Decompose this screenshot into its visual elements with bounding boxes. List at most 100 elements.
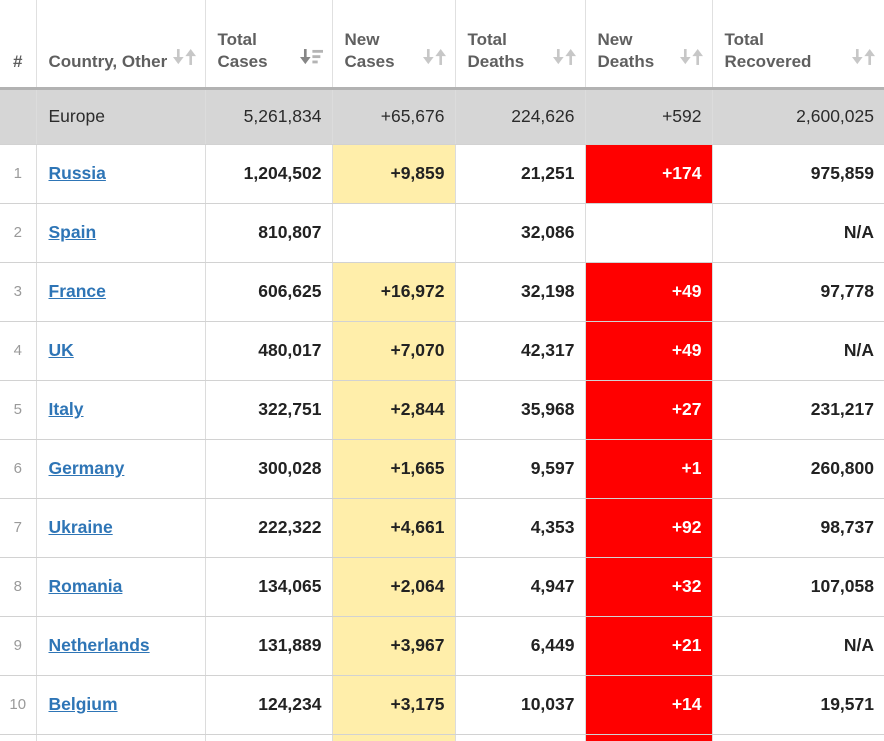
new-deaths-cell: +49 xyxy=(585,321,712,380)
country-link[interactable]: Romania xyxy=(49,576,123,596)
rank-cell: 6 xyxy=(0,439,36,498)
total-recovered-cell: N/A xyxy=(712,616,884,675)
total-cases-cell: 322,751 xyxy=(205,380,332,439)
country-cell: UK xyxy=(36,321,205,380)
column-header-total-deaths-label: Total Deaths xyxy=(468,29,549,73)
country-link[interactable]: UK xyxy=(49,340,74,360)
country-link[interactable]: Spain xyxy=(49,222,97,242)
table-row: 1 Russia 1,204,502 +9,859 21,251 +174 97… xyxy=(0,144,884,203)
new-deaths-cell xyxy=(585,734,712,741)
new-deaths-cell: +174 xyxy=(585,144,712,203)
total-deaths-cell: 224,626 xyxy=(455,88,585,144)
table-row: 9 Netherlands 131,889 +3,967 6,449 +21 N… xyxy=(0,616,884,675)
total-cases-cell: 1,204,502 xyxy=(205,144,332,203)
column-header-total-deaths[interactable]: Total Deaths xyxy=(455,0,585,88)
new-deaths-cell: +27 xyxy=(585,380,712,439)
rank-cell: 2 xyxy=(0,203,36,262)
total-deaths-cell: 42,317 xyxy=(455,321,585,380)
country-link[interactable]: Italy xyxy=(49,399,84,419)
new-cases-cell xyxy=(332,734,455,741)
new-cases-cell: +4,661 xyxy=(332,498,455,557)
rank-cell: 7 xyxy=(0,498,36,557)
country-cell: Russia xyxy=(36,144,205,203)
sort-both-icon[interactable] xyxy=(553,49,576,71)
total-recovered-cell: 97,778 xyxy=(712,262,884,321)
new-cases-cell: +2,064 xyxy=(332,557,455,616)
rank-cell: 10 xyxy=(0,675,36,734)
total-cases-cell: 606,625 xyxy=(205,262,332,321)
column-header-country[interactable]: Country, Other xyxy=(36,0,205,88)
total-recovered-cell: 975,859 xyxy=(712,144,884,203)
new-cases-cell: +9,859 xyxy=(332,144,455,203)
total-deaths-cell: 4,947 xyxy=(455,557,585,616)
table-row: 3 France 606,625 +16,972 32,198 +49 97,7… xyxy=(0,262,884,321)
rank-cell xyxy=(0,88,36,144)
total-recovered-cell: 231,217 xyxy=(712,380,884,439)
country-cell: Ukraine xyxy=(36,498,205,557)
total-cases-cell: 134,065 xyxy=(205,557,332,616)
column-header-new-deaths[interactable]: New Deaths xyxy=(585,0,712,88)
new-cases-cell: +16,972 xyxy=(332,262,455,321)
total-recovered-cell: 19,571 xyxy=(712,675,884,734)
sort-both-icon[interactable] xyxy=(852,49,875,71)
total-cases-cell: 131,889 xyxy=(205,616,332,675)
country-link[interactable]: France xyxy=(49,281,106,301)
total-recovered-cell: N/A xyxy=(712,203,884,262)
rank-cell: 4 xyxy=(0,321,36,380)
total-cases-cell: 5,261,834 xyxy=(205,88,332,144)
header-row: # Country, Other Total Cases xyxy=(0,0,884,88)
rank-cell: 8 xyxy=(0,557,36,616)
sort-both-icon[interactable] xyxy=(423,49,446,71)
new-deaths-cell: +14 xyxy=(585,675,712,734)
table-body: Europe 5,261,834 +65,676 224,626 +592 2,… xyxy=(0,88,884,741)
column-header-rank[interactable]: # xyxy=(0,0,36,88)
total-recovered-cell: N/A xyxy=(712,321,884,380)
total-cases-cell xyxy=(205,734,332,741)
new-cases-cell: +1,665 xyxy=(332,439,455,498)
country-link[interactable]: Germany xyxy=(49,458,125,478)
total-deaths-cell xyxy=(455,734,585,741)
country-cell xyxy=(36,734,205,741)
total-cases-cell: 124,234 xyxy=(205,675,332,734)
table-row: 5 Italy 322,751 +2,844 35,968 +27 231,21… xyxy=(0,380,884,439)
region-cell: Europe xyxy=(36,88,205,144)
column-header-total-cases[interactable]: Total Cases xyxy=(205,0,332,88)
table-row: 10 Belgium 124,234 +3,175 10,037 +14 19,… xyxy=(0,675,884,734)
column-header-total-cases-label: Total Cases xyxy=(218,29,296,73)
table-row: 7 Ukraine 222,322 +4,661 4,353 +92 98,73… xyxy=(0,498,884,557)
country-link[interactable]: Ukraine xyxy=(49,517,113,537)
country-cell: Italy xyxy=(36,380,205,439)
table-row: 8 Romania 134,065 +2,064 4,947 +32 107,0… xyxy=(0,557,884,616)
country-link[interactable]: Russia xyxy=(49,163,106,183)
column-header-total-recovered[interactable]: Total Recovered xyxy=(712,0,884,88)
summary-row-europe: Europe 5,261,834 +65,676 224,626 +592 2,… xyxy=(0,88,884,144)
sort-descending-active-icon[interactable] xyxy=(300,49,323,71)
sort-both-icon[interactable] xyxy=(680,49,703,71)
country-link[interactable]: Belgium xyxy=(49,694,118,714)
total-deaths-cell: 4,353 xyxy=(455,498,585,557)
new-cases-cell: +7,070 xyxy=(332,321,455,380)
new-deaths-cell: +49 xyxy=(585,262,712,321)
total-recovered-cell: 98,737 xyxy=(712,498,884,557)
country-link[interactable]: Netherlands xyxy=(49,635,150,655)
sort-both-icon[interactable] xyxy=(173,49,196,71)
column-header-total-recovered-label: Total Recovered xyxy=(725,29,849,73)
table-row: 6 Germany 300,028 +1,665 9,597 +1 260,80… xyxy=(0,439,884,498)
total-deaths-cell: 9,597 xyxy=(455,439,585,498)
total-cases-cell: 810,807 xyxy=(205,203,332,262)
total-deaths-cell: 10,037 xyxy=(455,675,585,734)
total-recovered-cell xyxy=(712,734,884,741)
country-cell: Belgium xyxy=(36,675,205,734)
rank-cell: 3 xyxy=(0,262,36,321)
new-deaths-cell: +592 xyxy=(585,88,712,144)
rank-cell: 5 xyxy=(0,380,36,439)
new-deaths-cell: +1 xyxy=(585,439,712,498)
country-cell: Germany xyxy=(36,439,205,498)
covid-stats-page: # Country, Other Total Cases xyxy=(0,0,884,741)
total-cases-cell: 300,028 xyxy=(205,439,332,498)
total-cases-cell: 480,017 xyxy=(205,321,332,380)
country-cell: Spain xyxy=(36,203,205,262)
new-deaths-cell: +21 xyxy=(585,616,712,675)
column-header-new-cases[interactable]: New Cases xyxy=(332,0,455,88)
new-cases-cell: +3,175 xyxy=(332,675,455,734)
